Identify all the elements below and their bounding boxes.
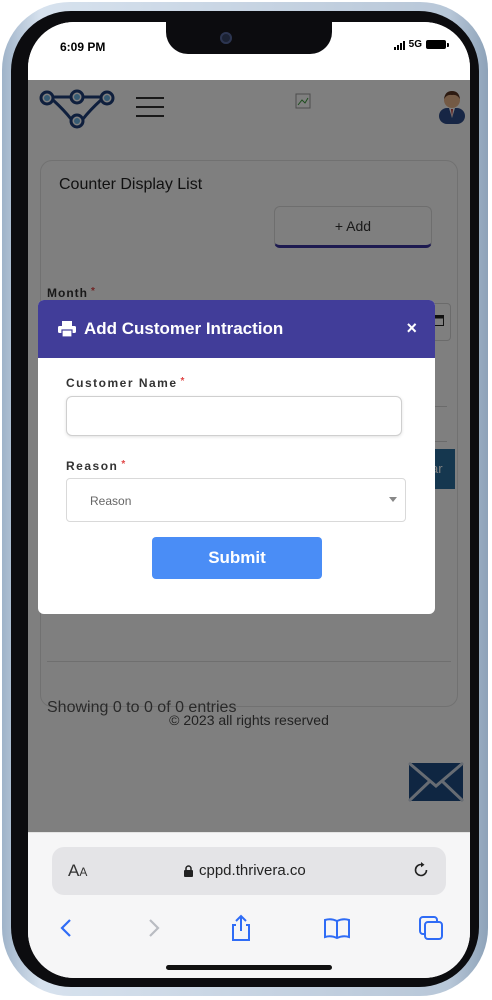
add-customer-interaction-modal: Add Customer Intraction × Customer Name *… [38, 300, 435, 614]
home-indicator [166, 965, 332, 970]
status-icons: 5G [393, 39, 449, 50]
modal-header: Add Customer Intraction × [38, 300, 435, 358]
reason-select[interactable]: Reason [66, 478, 406, 522]
text-size-button[interactable]: AA [68, 861, 87, 881]
camera [220, 32, 232, 44]
url-text: cppd.thrivera.co [199, 862, 306, 879]
screen: 6:09 PM 5G Add Customer Intraction × Cus… [28, 22, 470, 978]
reload-icon[interactable] [412, 861, 430, 879]
back-icon[interactable] [52, 913, 82, 943]
battery-icon [426, 40, 449, 49]
browser-nav-icons [28, 913, 470, 949]
chevron-down-icon [389, 497, 397, 502]
reason-label: Reason * [66, 459, 127, 473]
customer-name-input[interactable] [66, 396, 402, 436]
reason-selected-value: Reason [90, 494, 132, 508]
share-icon[interactable] [226, 913, 256, 943]
printer-icon [58, 321, 76, 337]
forward-icon[interactable] [138, 913, 168, 943]
status-time: 6:09 PM [60, 40, 106, 54]
tabs-icon[interactable] [416, 913, 446, 943]
lock-icon [184, 864, 193, 877]
url-display[interactable]: cppd.thrivera.co [184, 862, 306, 879]
required-mark: * [121, 459, 127, 470]
notch [166, 22, 332, 54]
browser-toolbar: AA cppd.thrivera.co [28, 832, 470, 978]
close-icon[interactable]: × [406, 319, 417, 337]
customer-name-label: Customer Name * [66, 376, 186, 390]
network-label: 5G [408, 39, 422, 50]
modal-title: Add Customer Intraction [84, 319, 284, 338]
address-bar[interactable]: AA cppd.thrivera.co [52, 847, 446, 895]
submit-button[interactable]: Submit [152, 537, 322, 579]
required-mark: * [180, 376, 186, 387]
bookmarks-icon[interactable] [322, 913, 352, 943]
signal-icon [393, 40, 405, 50]
